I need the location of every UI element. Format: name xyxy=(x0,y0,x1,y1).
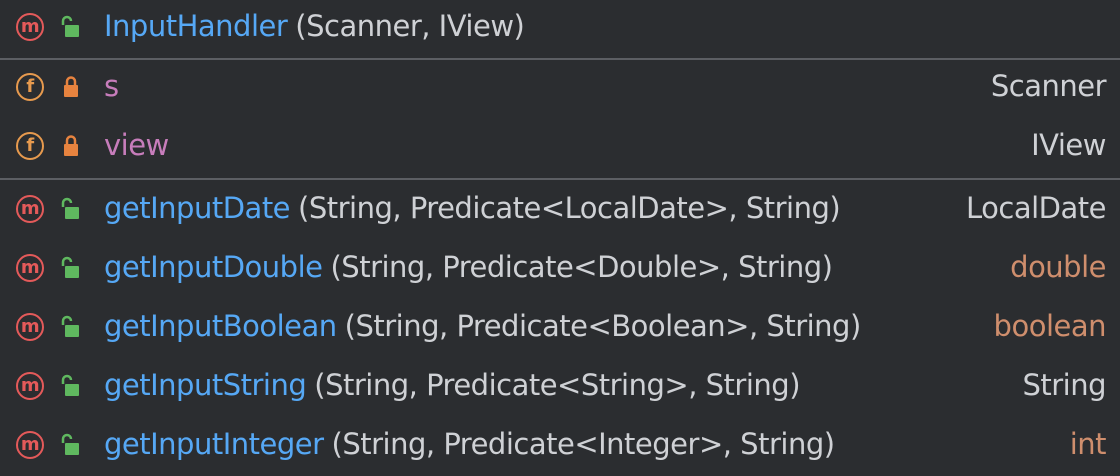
member-type: double xyxy=(1010,250,1106,284)
member-row-method[interactable]: m getInputInteger (String, Predicate<Inte… xyxy=(0,418,1120,476)
member-name: getInputBoolean (String, Predicate<Boolea… xyxy=(104,309,861,343)
member-params: (String, Predicate<Double>, String) xyxy=(330,250,833,284)
member-params: (String, Predicate<LocalDate>, String) xyxy=(298,191,841,225)
field-icon: f xyxy=(16,132,44,160)
member-name: getInputInteger (String, Predicate<Intege… xyxy=(104,427,835,461)
member-row-field[interactable]: f view IView xyxy=(0,119,1120,177)
method-icon: m xyxy=(16,313,44,341)
method-icon: m xyxy=(16,372,44,400)
method-icon: m xyxy=(16,13,44,41)
member-name: InputHandler (Scanner, IView) xyxy=(104,9,525,43)
member-type: Scanner xyxy=(990,69,1107,103)
method-icon: m xyxy=(16,195,44,223)
unlocked-icon xyxy=(61,315,79,337)
field-icon: f xyxy=(16,73,44,101)
member-type: String xyxy=(1022,368,1106,402)
method-icon: m xyxy=(16,431,44,459)
member-row-field[interactable]: f s Scanner xyxy=(0,60,1120,118)
member-row-method[interactable]: m getInputString (String, Predicate<Strin… xyxy=(0,359,1120,417)
unlocked-icon xyxy=(61,256,79,278)
unlocked-icon xyxy=(61,197,79,219)
unlocked-icon xyxy=(61,374,79,396)
member-row-constructor[interactable]: m InputHandler (Scanner, IView) xyxy=(0,0,1120,58)
member-name: getInputDate (String, Predicate<LocalDate… xyxy=(104,191,841,225)
member-params: (Scanner, IView) xyxy=(295,9,525,43)
member-name: s xyxy=(104,69,119,103)
member-type: IView xyxy=(1031,128,1106,162)
unlocked-icon xyxy=(61,15,79,37)
member-params: (String, Predicate<Integer>, String) xyxy=(331,427,836,461)
structure-popup: m InputHandler (Scanner, IView) f s Scann… xyxy=(0,0,1120,469)
member-type: LocalDate xyxy=(966,191,1106,225)
method-icon: m xyxy=(16,254,44,282)
member-params: (String, Predicate<Boolean>, String) xyxy=(344,309,862,343)
locked-icon xyxy=(64,135,78,156)
member-row-method[interactable]: m getInputDate (String, Predicate<LocalDa… xyxy=(0,182,1120,240)
member-type: boolean xyxy=(993,309,1107,343)
member-row-method[interactable]: m getInputDouble (String, Predicate<Doubl… xyxy=(0,241,1120,299)
member-type: int xyxy=(1069,427,1107,461)
separator xyxy=(0,178,1120,180)
member-name: view xyxy=(104,128,169,162)
locked-icon xyxy=(64,76,78,97)
unlocked-icon xyxy=(61,433,79,455)
member-name: getInputDouble (String, Predicate<Double>… xyxy=(104,250,833,284)
member-name: getInputString (String, Predicate<String>… xyxy=(104,368,801,402)
member-params: (String, Predicate<String>, String) xyxy=(314,368,801,402)
member-row-method[interactable]: m getInputBoolean (String, Predicate<Bool… xyxy=(0,300,1120,358)
